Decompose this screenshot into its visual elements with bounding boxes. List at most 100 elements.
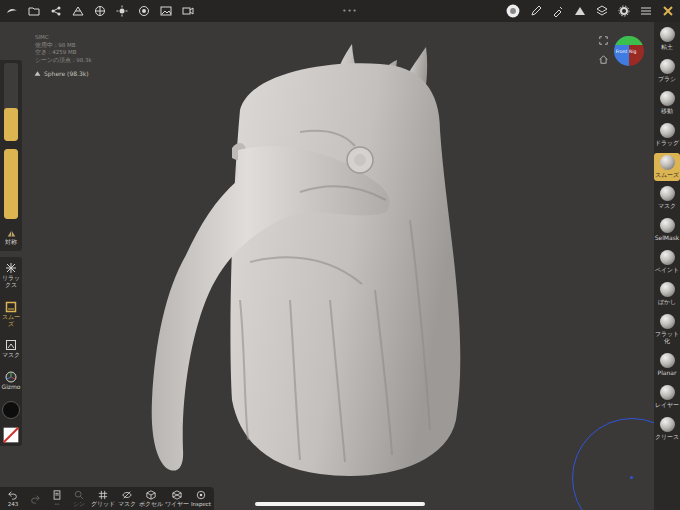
brush-sphere-icon — [660, 385, 675, 400]
bottom-tool-label: シン — [73, 501, 85, 507]
bottom-tool[interactable]: グリッド — [91, 490, 115, 507]
bottom-tool[interactable]: マスク — [117, 490, 137, 507]
brush-tool-label: ぼかし — [654, 299, 680, 306]
brush-tool[interactable]: レイヤー — [654, 383, 680, 412]
grid-icon — [98, 490, 108, 500]
brush-tool[interactable]: Planar — [654, 351, 680, 380]
brush-sphere-icon — [660, 218, 675, 233]
bottom-tool — [25, 494, 45, 504]
brush-sphere-icon — [660, 353, 675, 368]
viewport[interactable]: SIMC使用中 : 98 MB空き : 4259 MBシーンの頂点 : 98.3… — [22, 22, 654, 510]
brush-tool-list: 粘土ブラシ移動ドラッグスムーズマスク SelMask ペイントぼかしフラット化 Pla… — [654, 22, 680, 510]
topology-icon — [94, 5, 106, 17]
inspect-icon — [196, 490, 206, 500]
scene-object[interactable]: Sphere (98.3k) — [34, 70, 89, 77]
bottom-tool[interactable]: ··· — [47, 490, 67, 507]
brush-tool[interactable]: 移動 — [654, 89, 680, 118]
brush-tool[interactable]: クリース — [654, 415, 680, 444]
navigation-ring-dot — [630, 476, 633, 479]
brush-sphere-icon — [660, 186, 675, 201]
info-line: 使用中 : 98 MB — [35, 42, 92, 49]
view-cube-top[interactable] — [614, 36, 644, 45]
left-tool-button[interactable]: スムーズ — [0, 299, 22, 330]
home-indicator[interactable] — [255, 502, 425, 506]
brush-sphere-icon — [660, 59, 675, 74]
material-none-icon — [3, 427, 19, 443]
left-tool-button[interactable]: Gizmo — [0, 369, 22, 393]
alpha-icon — [574, 5, 586, 17]
bottom-tool: シン — [69, 490, 89, 507]
material-icon — [138, 5, 150, 17]
top-right-icons — [506, 4, 674, 18]
file-icon — [52, 490, 62, 500]
brush-tool[interactable]: SelMask — [654, 216, 680, 245]
brush-tool-label: 移動 — [654, 108, 680, 115]
relax-icon — [5, 262, 17, 274]
intensity-slider[interactable] — [4, 149, 18, 219]
folder-icon — [28, 5, 40, 17]
layers-icon — [596, 5, 608, 17]
slider-panel: 対称 — [0, 60, 22, 251]
image-icon — [160, 5, 172, 17]
bottom-tool[interactable]: 243 — [3, 490, 23, 507]
gizmo-icon — [5, 371, 17, 383]
right-label: Rig — [629, 49, 636, 54]
brush-sphere-icon — [660, 155, 675, 170]
top-left-icons — [6, 5, 194, 17]
left-tool-button[interactable]: マスク — [0, 337, 22, 361]
fullscreen-icon — [599, 36, 608, 45]
voxel-icon — [146, 490, 156, 500]
symmetry-toggle[interactable]: 対称 — [5, 227, 17, 248]
brush-tool[interactable]: ペイント — [654, 248, 680, 277]
wireframe-icon — [172, 490, 182, 500]
brush-tool-label: 粘土 — [654, 44, 680, 51]
brush-tool-label: Planar — [654, 370, 680, 377]
brush-tool-label: フラット化 — [654, 331, 680, 345]
brush-tool-label: ペイント — [654, 267, 680, 274]
viewport-tools — [599, 36, 608, 64]
symmetry-icon — [7, 229, 16, 238]
search-icon — [74, 490, 84, 500]
brush-tool[interactable]: フラット化 — [654, 312, 680, 348]
radius-slider[interactable] — [4, 63, 18, 141]
info-line: SIMC — [35, 34, 92, 41]
left-tool-label: リラックス — [0, 275, 22, 289]
brush-tool[interactable]: ドラッグ — [654, 121, 680, 150]
scene-graph-icon — [50, 5, 62, 17]
bottom-tool-label: ボクセル — [139, 501, 163, 507]
bottom-tool[interactable]: ワイヤー — [165, 490, 189, 507]
bottom-toolbar: 243 ··· シングリッドマスクボクセルワイヤーInspect — [0, 487, 214, 510]
logo-icon — [6, 5, 18, 17]
mask-icon — [5, 339, 17, 351]
home-icon — [599, 55, 608, 64]
redo-icon — [30, 494, 40, 504]
brush-preview-icon — [506, 4, 520, 18]
brush-tool[interactable]: スムーズ — [654, 153, 680, 182]
light-icon — [116, 5, 128, 17]
brush-tool-label: SelMask — [654, 235, 680, 242]
undo-icon — [8, 490, 18, 500]
bottom-tool-label: ··· — [54, 501, 59, 507]
window-handle: ••• — [194, 7, 506, 15]
brush-tool[interactable]: ぼかし — [654, 280, 680, 309]
top-toolbar: ••• — [0, 0, 680, 22]
brush-tool[interactable]: 粘土 — [654, 25, 680, 54]
left-tool-button[interactable]: リラックス — [0, 260, 22, 291]
bottom-tool[interactable]: ボクセル — [139, 490, 163, 507]
left-tool-label: マスク — [0, 352, 22, 359]
nomad-screen: •••対称リラックススムーズマスクGizmoSIMC使用中 : 98 MB空き … — [0, 0, 680, 510]
brush-sphere-icon — [660, 314, 675, 329]
brush-tool-label: ブラシ — [654, 76, 680, 83]
tool-options-panel: リラックススムーズマスク Gizmo — [0, 257, 22, 446]
mask-visibility-icon — [122, 490, 132, 500]
brush-tool[interactable]: ブラシ — [654, 57, 680, 86]
color-swatch[interactable] — [2, 401, 20, 419]
sculpture[interactable] — [0, 0, 680, 510]
bottom-tool[interactable]: Inspect — [191, 490, 211, 507]
left-tool-label: スムーズ — [0, 314, 22, 328]
brush-tool[interactable]: マスク — [654, 184, 680, 213]
view-cube[interactable]: FrontRig — [614, 36, 644, 66]
brush-sphere-icon — [660, 417, 675, 432]
bottom-tool-label: マスク — [118, 501, 136, 507]
bottom-tool-label: ワイヤー — [165, 501, 189, 507]
